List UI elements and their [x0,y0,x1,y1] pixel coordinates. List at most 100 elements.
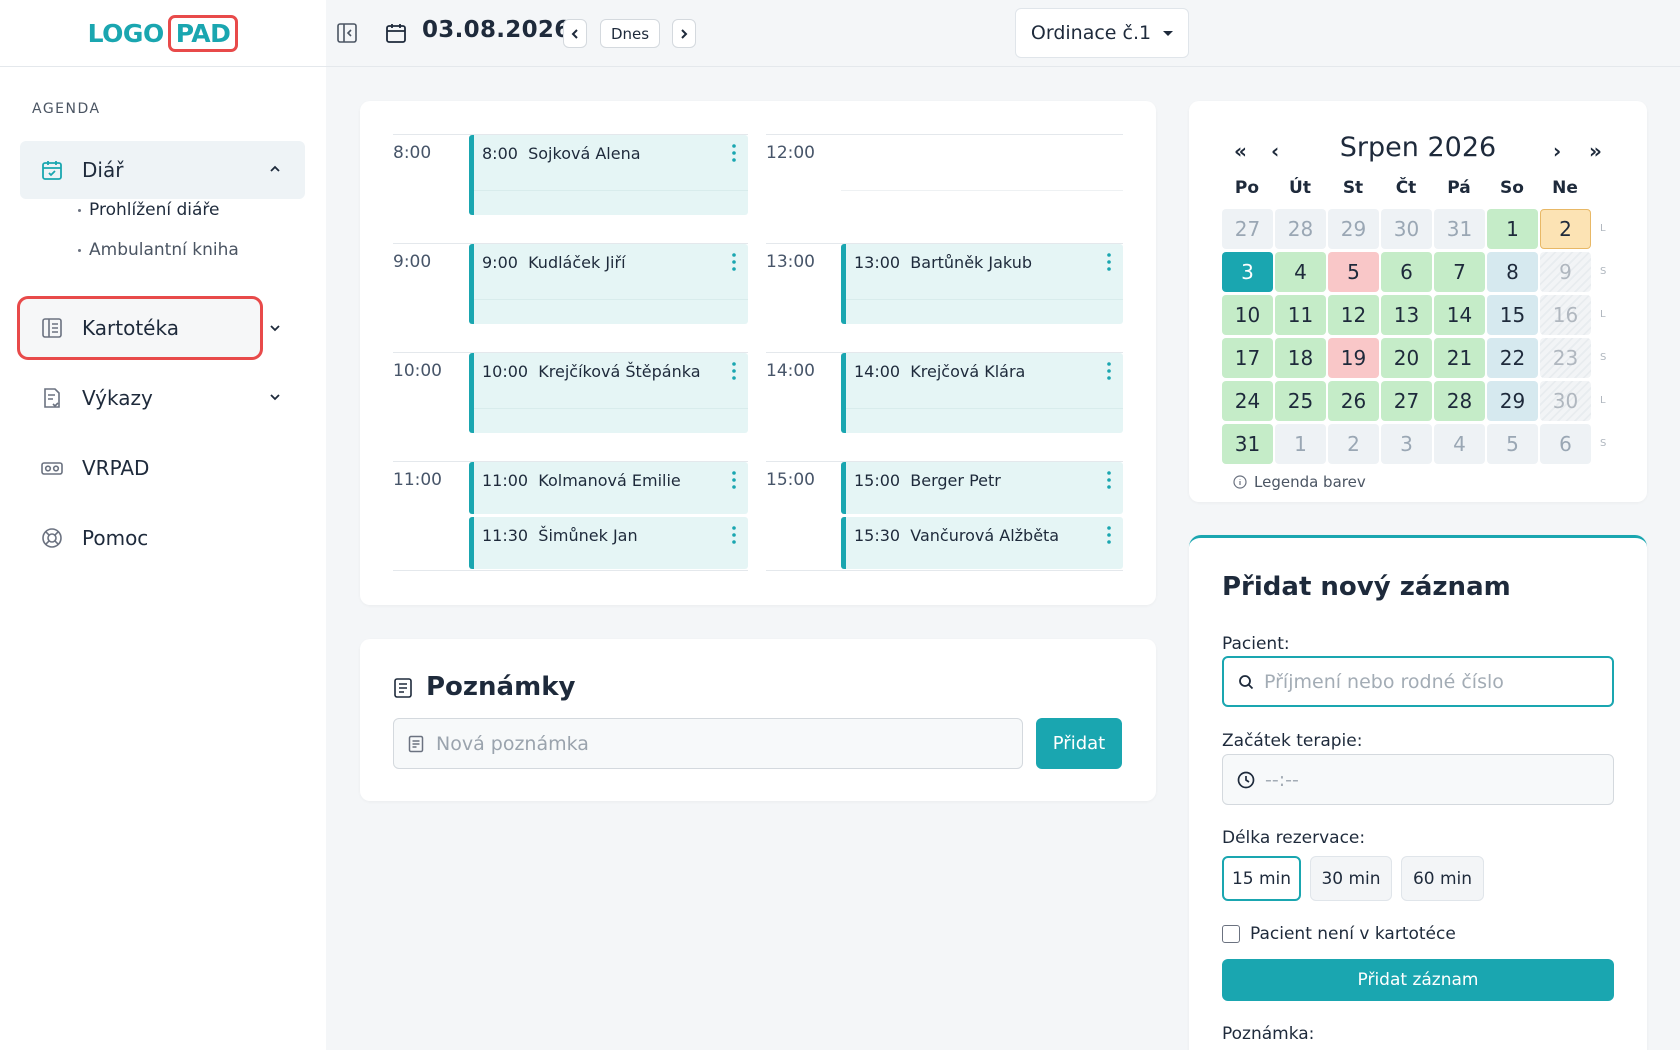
more-options-icon[interactable] [732,253,736,271]
calendar-day[interactable]: 28 [1434,381,1485,421]
sidebar-item-kartoteka[interactable]: Kartotéka [20,299,260,357]
calendar-day[interactable]: 7 [1434,252,1485,292]
sidebar-collapse-icon[interactable] [336,22,358,44]
sidebar-item-label: Pomoc [82,526,149,550]
calendar-day[interactable]: 1 [1487,209,1538,249]
calendar-day[interactable]: 17 [1222,338,1273,378]
more-options-icon[interactable] [1107,471,1111,489]
calendar-day[interactable]: 30 [1381,209,1432,249]
appointment-card[interactable]: 8:00 Sojková Alena [469,135,748,215]
calendar-day[interactable]: 6 [1540,424,1591,464]
next-month-button[interactable]: › [1553,139,1561,163]
duration-15-button[interactable]: 15 min [1222,856,1301,901]
sidebar-item-pomoc[interactable]: Pomoc [20,509,305,567]
more-options-icon[interactable] [732,526,736,544]
office-select-value: Ordinace č.1 [1030,22,1152,44]
calendar-day[interactable]: 6 [1381,252,1432,292]
calendar-day[interactable]: 2 [1540,209,1591,249]
office-select[interactable]: Ordinace č.1 [1015,8,1189,58]
calendar-day[interactable]: 8 [1487,252,1538,292]
calendar-day[interactable]: 13 [1381,295,1432,335]
calendar-day[interactable]: 20 [1381,338,1432,378]
chevron-down-icon[interactable] [267,320,283,336]
color-legend[interactable]: Legenda barev [1233,473,1366,491]
calendar-day[interactable]: 22 [1487,338,1538,378]
weekday-label: Čt [1395,178,1417,198]
duration-30-button[interactable]: 30 min [1310,856,1392,901]
calendar-day[interactable]: 9 [1540,252,1591,292]
more-options-icon[interactable] [732,144,736,162]
calendar-day[interactable]: 30 [1540,381,1591,421]
calendar-day[interactable]: 27 [1381,381,1432,421]
calendar-day[interactable]: 16 [1540,295,1591,335]
appointment-card[interactable]: 15:30 Vančurová Alžběta [841,517,1123,569]
more-options-icon[interactable] [732,471,736,489]
calendar-day[interactable]: 15 [1487,295,1538,335]
checkbox-box[interactable] [1222,925,1240,943]
appointment-card[interactable]: 11:00 Kolmanová Emilie [469,462,748,514]
report-icon [44,388,60,408]
calendar-day[interactable]: 5 [1328,252,1379,292]
calendar-day[interactable]: 3 [1222,252,1273,292]
appointment-card[interactable]: 15:00 Berger Petr [841,462,1123,514]
more-options-icon[interactable] [732,362,736,380]
calendar-day[interactable]: 10 [1222,295,1273,335]
appointment-card[interactable]: 10:00 Krejčíková Štěpánka [469,353,748,433]
appointment-card[interactable]: 14:00 Krejčová Klára [841,353,1123,433]
patient-search-input[interactable] [1264,670,1584,693]
start-time-input[interactable] [1265,768,1585,791]
today-button[interactable]: Dnes [600,19,660,48]
calendar-day[interactable]: 12 [1328,295,1379,335]
calendar-day[interactable]: 31 [1434,209,1485,249]
add-note-button[interactable]: Přidat [1036,718,1122,769]
calendar-day[interactable]: 23 [1540,338,1591,378]
calendar-day[interactable]: 21 [1434,338,1485,378]
calendar-day[interactable]: 4 [1275,252,1326,292]
more-options-icon[interactable] [1107,253,1111,271]
note-icon [394,678,412,698]
calendar-day[interactable]: 14 [1434,295,1485,335]
appointment-card[interactable]: 11:30 Šimůnek Jan [469,517,748,569]
prev-day-button[interactable] [563,19,587,48]
time-slot: 15:00 15:00 Berger Petr 15:30 Vančurová Al… [766,461,1123,571]
calendar-day[interactable]: 25 [1275,381,1326,421]
more-options-icon[interactable] [1107,526,1111,544]
chevron-down-icon [270,394,280,401]
search-icon [1239,674,1254,689]
new-note-input[interactable] [436,732,996,755]
calendar-day[interactable]: 3 [1381,424,1432,464]
appointment-card[interactable]: 13:00 Bartůněk Jakub [841,244,1123,324]
app-logo[interactable]: LOGO PAD [0,0,326,67]
submit-record-button[interactable]: Přidat záznam [1222,959,1614,1001]
next-day-button[interactable] [672,19,696,48]
calendar-day[interactable]: 4 [1434,424,1485,464]
sidebar-subitem-ambulantni[interactable]: Ambulantní kniha [78,240,239,260]
agenda-bottom-line [766,570,1123,571]
not-in-registry-checkbox[interactable]: Pacient není v kartotéce [1222,924,1456,944]
checkbox-label: Pacient není v kartotéce [1250,924,1456,944]
calendar-day[interactable]: 26 [1328,381,1379,421]
calendar-day[interactable]: 18 [1275,338,1326,378]
next-year-button[interactable]: » [1589,139,1602,163]
more-options-icon[interactable] [1107,362,1111,380]
calendar-day[interactable]: 31 [1222,424,1273,464]
calendar-day[interactable]: 19 [1328,338,1379,378]
duration-60-button[interactable]: 60 min [1401,856,1484,901]
calendar-day[interactable]: 29 [1328,209,1379,249]
calendar-day[interactable]: 11 [1275,295,1326,335]
calendar-day[interactable]: 2 [1328,424,1379,464]
sidebar-item-diar[interactable]: Diář [20,141,305,199]
calendar-day[interactable]: 24 [1222,381,1273,421]
start-input-wrapper [1222,754,1614,805]
sidebar-subitem-prohlizeni[interactable]: Prohlížení diáře [78,200,219,220]
calendar-day[interactable]: 5 [1487,424,1538,464]
calendar-day[interactable]: 1 [1275,424,1326,464]
calendar-day[interactable]: 29 [1487,381,1538,421]
sidebar-item-vrpad[interactable]: VRPAD [20,439,305,497]
calendar-month-title: Srpen 2026 [1339,132,1497,163]
sidebar-item-vykazy[interactable]: Výkazy [20,369,305,427]
time-slot: 8:00 8:00 Sojková Alena [393,134,748,244]
calendar-day[interactable]: 28 [1275,209,1326,249]
appointment-card[interactable]: 9:00 Kudláček Jiří [469,244,748,324]
calendar-day[interactable]: 27 [1222,209,1273,249]
